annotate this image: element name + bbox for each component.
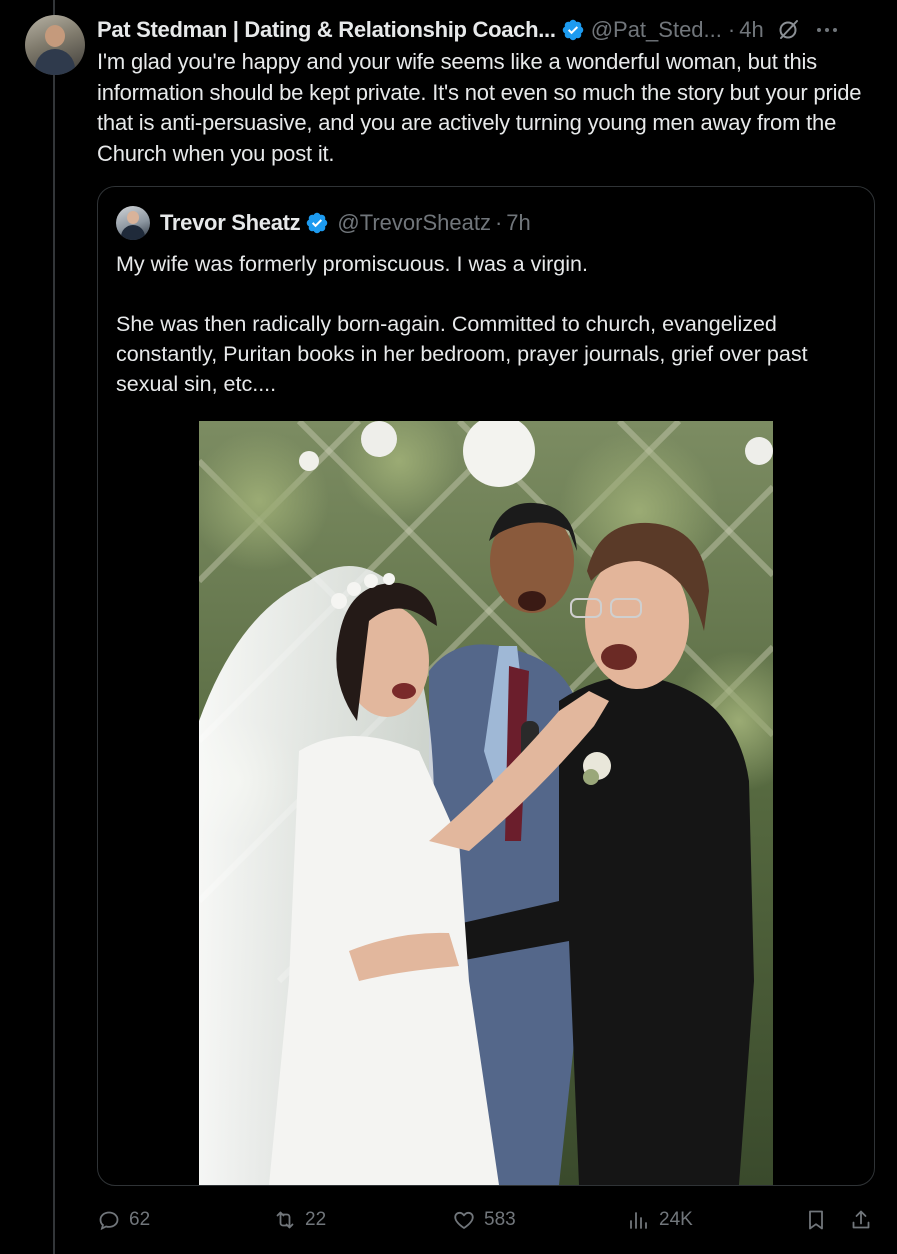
quoted-avatar-body [121,225,145,240]
repost-count: 22 [305,1209,327,1230]
more-options-icon[interactable] [814,18,840,42]
quoted-author-handle[interactable]: @TrevorSheatz [337,210,491,236]
author-display-name[interactable]: Pat Stedman | Dating & Relationship Coac… [97,17,556,43]
verified-badge-icon[interactable] [561,18,585,42]
quoted-tweet-card[interactable]: Trevor Sheatz @TrevorSheatz · 7h My wife… [97,186,875,1186]
quoted-tweet-header: Trevor Sheatz @TrevorSheatz · 7h [160,207,531,239]
verified-badge-icon[interactable] [305,211,329,235]
wedding-photo[interactable] [199,421,773,1185]
views-count: 24K [659,1209,693,1230]
quoted-avatar[interactable] [116,206,150,240]
bookmark-button[interactable] [804,1203,828,1237]
share-button[interactable] [849,1203,873,1237]
tweet-actions-bar: 62 22 583 24K [97,1203,877,1237]
quoted-paragraph: My wife was formerly promiscuous. I was … [116,252,588,276]
reply-button[interactable]: 62 [97,1203,150,1237]
bookmark-icon [809,1210,823,1230]
separator-dot: · [494,210,503,235]
heart-icon [454,1211,474,1229]
reply-count: 62 [129,1209,151,1230]
wedding-photo-illustration [199,421,773,1185]
reply-icon [99,1211,119,1231]
author-handle[interactable]: @Pat_Sted... [591,17,722,43]
timestamp[interactable]: 4h [739,17,763,43]
views-icon [630,1212,647,1229]
tweet-header: Pat Stedman | Dating & Relationship Coac… [97,14,879,46]
quoted-author-name[interactable]: Trevor Sheatz [160,210,301,236]
quoted-avatar-head [127,211,139,224]
avatar[interactable] [25,15,85,75]
quoted-paragraph: She was then radically born-again. Commi… [116,312,808,396]
repost-button[interactable]: 22 [273,1203,326,1237]
separator-dot: · [727,17,736,42]
repost-icon [276,1211,294,1229]
quoted-tweet-text: My wife was formerly promiscuous. I was … [116,249,856,399]
quoted-timestamp[interactable]: 7h [506,210,530,236]
like-count: 583 [484,1209,516,1230]
thread-connector-line [53,0,55,1254]
tweet-text: I'm glad you're happy and your wife seem… [97,49,862,166]
views-button[interactable]: 24K [627,1203,693,1237]
avatar-head [45,25,65,47]
share-icon [852,1210,870,1229]
grok-icon[interactable] [776,18,800,42]
like-button[interactable]: 583 [452,1203,516,1237]
avatar-body [35,49,75,75]
